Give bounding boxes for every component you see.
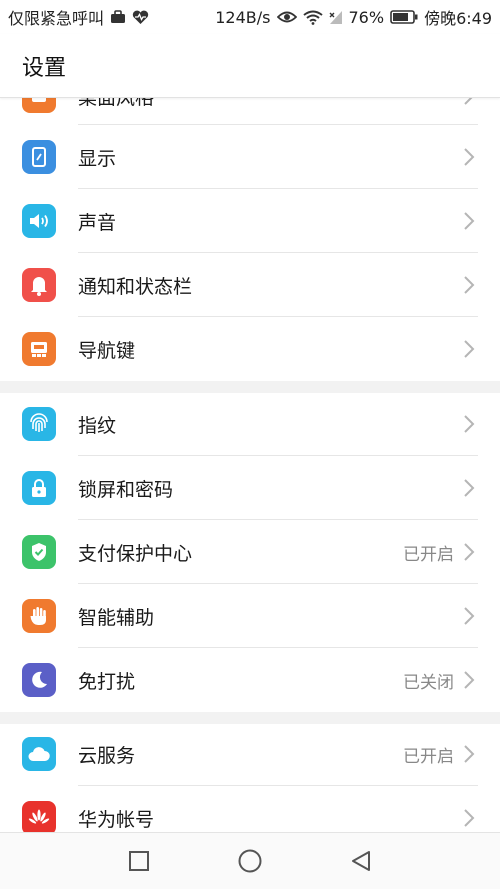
cloud-icon (22, 737, 56, 771)
settings-item-label: 导航键 (78, 339, 136, 362)
clock: 傍晚6:49 (424, 9, 492, 28)
moon-icon (22, 663, 56, 697)
settings-item-label: 云服务 (78, 744, 136, 767)
chevron-right-icon (464, 745, 475, 763)
settings-item-notifications[interactable]: 通知和状态栏 (0, 253, 500, 317)
back-triangle-icon (352, 851, 370, 871)
chevron-right-icon (464, 212, 475, 230)
circle-icon (238, 849, 262, 873)
chevron-right-icon (464, 340, 475, 358)
settings-item-cloud[interactable]: 云服务 已开启 (0, 722, 500, 786)
settings-item-value: 已关闭 (403, 672, 454, 693)
settings-item-label: 桌面风格 (78, 98, 154, 110)
chevron-right-icon (464, 607, 475, 625)
chevron-right-icon (464, 809, 475, 827)
back-button[interactable] (347, 847, 375, 875)
settings-item-label: 通知和状态栏 (78, 275, 193, 298)
network-speed: 124B/s (215, 7, 271, 27)
settings-list[interactable]: 桌面风格 显示 声音 通知和状态栏 导航键 (0, 98, 500, 832)
hand-icon (22, 599, 56, 633)
settings-item-label: 指纹 (78, 414, 117, 437)
chevron-right-icon (464, 276, 475, 294)
battery-icon (390, 10, 418, 24)
settings-item-label: 智能辅助 (78, 606, 155, 629)
settings-item-label: 锁屏和密码 (78, 478, 174, 501)
settings-item-payment-protection[interactable]: 支付保护中心 已开启 (0, 520, 500, 584)
settings-item-value: 已开启 (403, 746, 454, 767)
settings-item-huawei-account[interactable]: 华为帐号 (0, 786, 500, 832)
settings-item-lock-screen[interactable]: 锁屏和密码 (0, 456, 500, 520)
heart-rate-icon (132, 10, 149, 25)
chevron-right-icon (464, 415, 475, 433)
page-title: 设置 (22, 55, 67, 81)
battery-percent: 76% (348, 7, 385, 27)
settings-item-label: 免打扰 (78, 670, 136, 693)
carrier-text: 仅限紧急呼叫 (8, 9, 105, 28)
settings-item-label: 支付保护中心 (78, 542, 193, 565)
lock-icon (22, 471, 56, 505)
settings-item-label: 华为帐号 (78, 808, 155, 831)
chevron-right-icon (464, 543, 475, 561)
huawei-logo-icon (22, 801, 56, 832)
settings-item-smart-assist[interactable]: 智能辅助 (0, 584, 500, 648)
settings-item-display[interactable]: 显示 (0, 125, 500, 189)
status-bar: 仅限紧急呼叫 124B/s 76% 傍晚6:49 (0, 0, 500, 34)
navigation-bar (0, 832, 500, 889)
home-button[interactable] (236, 847, 264, 875)
signal-icon (329, 9, 343, 25)
chevron-right-icon (464, 148, 475, 166)
settings-item-sound[interactable]: 声音 (0, 189, 500, 253)
eye-comfort-icon (276, 10, 297, 24)
settings-item-label: 显示 (78, 147, 117, 170)
chevron-right-icon (464, 98, 473, 105)
settings-item-nav-keys[interactable]: 导航键 (0, 317, 500, 381)
shield-check-icon (22, 535, 56, 569)
settings-item-fingerprint[interactable]: 指纹 (0, 392, 500, 456)
recent-apps-button[interactable] (125, 847, 153, 875)
home-style-icon (22, 98, 56, 113)
briefcase-icon (110, 10, 126, 24)
speaker-icon (22, 204, 56, 238)
chevron-right-icon (464, 479, 475, 497)
square-icon (129, 851, 149, 871)
wifi-icon (302, 10, 323, 25)
fingerprint-icon (22, 407, 56, 441)
chevron-right-icon (464, 671, 475, 689)
settings-item-label: 声音 (78, 211, 117, 234)
settings-item-value: 已开启 (403, 544, 454, 565)
display-icon (22, 140, 56, 174)
nav-keys-icon (22, 332, 56, 366)
settings-item-do-not-disturb[interactable]: 免打扰 已关闭 (0, 648, 500, 712)
page-title-bar: 设置 (0, 34, 500, 98)
bell-icon (22, 268, 56, 302)
